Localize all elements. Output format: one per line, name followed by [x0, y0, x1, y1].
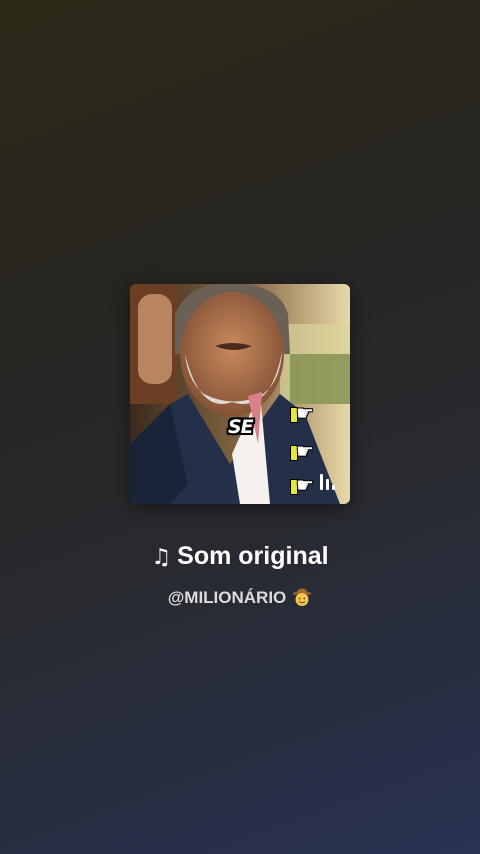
- pointing-hand-icon: ☛: [290, 442, 314, 462]
- sound-title: Som original: [177, 542, 329, 570]
- cover-caption: SE: [228, 416, 254, 438]
- audio-bars-icon: [320, 474, 340, 490]
- pointing-hand-icon: ☛: [290, 476, 314, 496]
- sound-author-row[interactable]: @MILIONÁRIO: [0, 586, 480, 610]
- sound-title-row[interactable]: ♫ Som original: [0, 538, 480, 576]
- sound-author: @MILIONÁRIO: [167, 588, 287, 607]
- pointing-hand-icon: ☛: [290, 404, 314, 424]
- music-note-icon: ♫: [151, 545, 172, 570]
- cover-image: [130, 284, 350, 504]
- sound-cover-thumbnail[interactable]: SE ☛ ☛ ☛: [130, 284, 350, 504]
- cowboy-hat-face-icon: [292, 587, 312, 607]
